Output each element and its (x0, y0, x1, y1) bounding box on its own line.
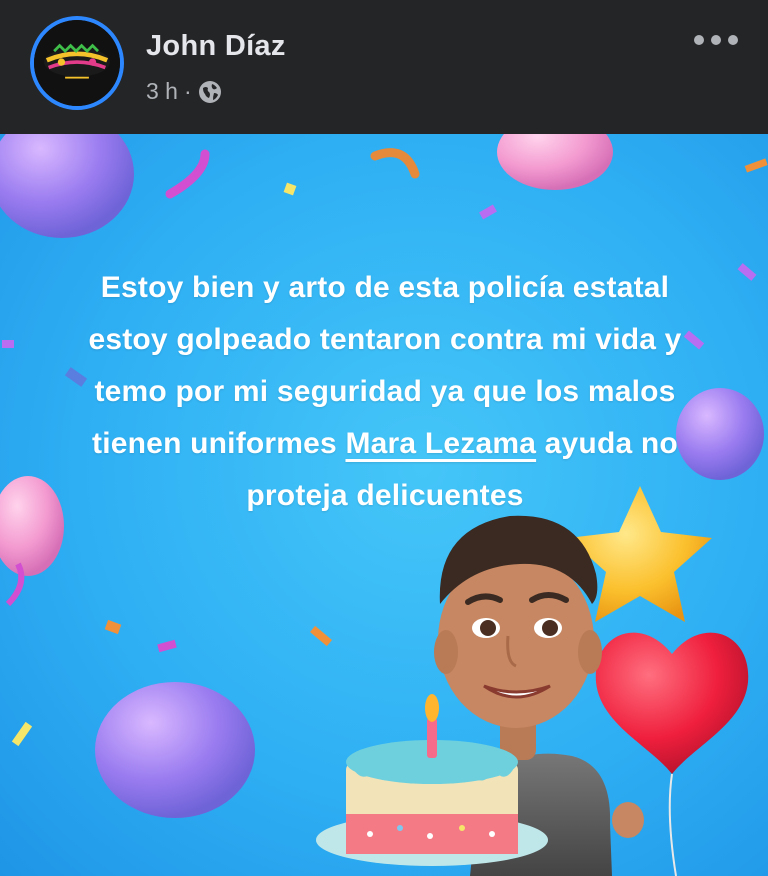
page-logo-avatar[interactable] (30, 16, 124, 110)
heart-balloon (595, 632, 749, 774)
globe-icon[interactable] (198, 80, 222, 104)
author-name[interactable]: John Díaz (146, 30, 286, 63)
post-meta: 3 h · (146, 78, 222, 105)
balloon-pink-left (0, 476, 64, 576)
post-timestamp[interactable]: 3 h (146, 78, 178, 105)
candle-flame (425, 694, 439, 722)
post-body: Estoy bien y arto de esta policía estata… (0, 134, 768, 876)
post-text: Estoy bien y arto de esta policía estata… (60, 262, 710, 522)
more-options-icon[interactable] (694, 28, 738, 52)
balloon-purple-bottom (95, 682, 255, 818)
post-header: John Díaz 3 h · (0, 0, 768, 134)
balloon-purple-top-left (0, 134, 134, 238)
balloon-pink-top (497, 134, 613, 190)
mention-link[interactable]: Mara Lezama (345, 427, 536, 460)
logo-image (34, 20, 120, 106)
meta-separator: · (183, 78, 192, 104)
